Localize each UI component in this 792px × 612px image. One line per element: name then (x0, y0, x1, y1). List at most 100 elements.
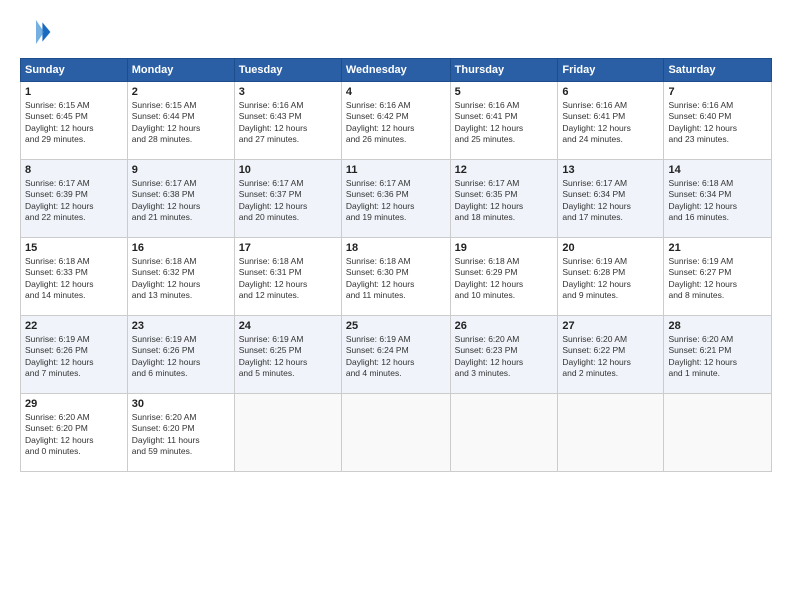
calendar-week-row: 15 Sunrise: 6:18 AM Sunset: 6:33 PM Dayli… (21, 238, 772, 316)
day-info: Sunrise: 6:19 AM Sunset: 6:25 PM Dayligh… (239, 334, 337, 380)
day-info: Sunrise: 6:19 AM Sunset: 6:27 PM Dayligh… (668, 256, 767, 302)
calendar-day-cell: 13 Sunrise: 6:17 AM Sunset: 6:34 PM Dayli… (558, 160, 664, 238)
day-number: 1 (25, 86, 123, 98)
day-number: 7 (668, 86, 767, 98)
day-info: Sunrise: 6:16 AM Sunset: 6:41 PM Dayligh… (455, 100, 554, 146)
day-info: Sunrise: 6:20 AM Sunset: 6:20 PM Dayligh… (132, 412, 230, 458)
day-number: 29 (25, 398, 123, 410)
calendar-day-cell: 15 Sunrise: 6:18 AM Sunset: 6:33 PM Dayli… (21, 238, 128, 316)
day-number: 12 (455, 164, 554, 176)
calendar-day-cell: 22Sunrise: 6:19 AM Sunset: 6:26 PM Dayli… (21, 316, 128, 394)
calendar-day-cell: 14 Sunrise: 6:18 AM Sunset: 6:34 PM Dayli… (664, 160, 772, 238)
day-number: 27 (562, 320, 659, 332)
day-number: 19 (455, 242, 554, 254)
calendar: SundayMondayTuesdayWednesdayThursdayFrid… (20, 58, 772, 472)
calendar-day-cell: 25 Sunrise: 6:19 AM Sunset: 6:24 PM Dayli… (341, 316, 450, 394)
calendar-day-cell: 28 Sunrise: 6:20 AM Sunset: 6:21 PM Dayli… (664, 316, 772, 394)
day-info: Sunrise: 6:17 AM Sunset: 6:36 PM Dayligh… (346, 178, 446, 224)
calendar-day-cell: 17Sunrise: 6:18 AM Sunset: 6:31 PM Dayli… (234, 238, 341, 316)
header (20, 16, 772, 48)
calendar-day-cell: 12 Sunrise: 6:17 AM Sunset: 6:35 PM Dayli… (450, 160, 558, 238)
day-number: 13 (562, 164, 659, 176)
day-info: Sunrise: 6:18 AM Sunset: 6:29 PM Dayligh… (455, 256, 554, 302)
day-number: 11 (346, 164, 446, 176)
weekday-header-cell: Friday (558, 59, 664, 82)
calendar-day-cell: 29 Sunrise: 6:20 AM Sunset: 6:20 PM Dayli… (21, 394, 128, 472)
day-info: Sunrise: 6:16 AM Sunset: 6:40 PM Dayligh… (668, 100, 767, 146)
page: SundayMondayTuesdayWednesdayThursdayFrid… (0, 0, 792, 612)
calendar-week-row: 1 Sunrise: 6:15 AM Sunset: 6:45 PM Daylig… (21, 82, 772, 160)
weekday-header-cell: Thursday (450, 59, 558, 82)
calendar-day-cell (450, 394, 558, 472)
calendar-day-cell: 18 Sunrise: 6:18 AM Sunset: 6:30 PM Dayli… (341, 238, 450, 316)
day-number: 17 (239, 242, 337, 254)
day-info: Sunrise: 6:17 AM Sunset: 6:34 PM Dayligh… (562, 178, 659, 224)
day-number: 10 (239, 164, 337, 176)
day-number: 14 (668, 164, 767, 176)
calendar-day-cell: 23Sunrise: 6:19 AM Sunset: 6:26 PM Dayli… (127, 316, 234, 394)
calendar-header-row: SundayMondayTuesdayWednesdayThursdayFrid… (21, 59, 772, 82)
day-number: 24 (239, 320, 337, 332)
day-number: 8 (25, 164, 123, 176)
calendar-day-cell: 10 Sunrise: 6:17 AM Sunset: 6:37 PM Dayli… (234, 160, 341, 238)
day-info: Sunrise: 6:16 AM Sunset: 6:42 PM Dayligh… (346, 100, 446, 146)
calendar-day-cell: 8 Sunrise: 6:17 AM Sunset: 6:39 PM Daylig… (21, 160, 128, 238)
day-info: Sunrise: 6:18 AM Sunset: 6:32 PM Dayligh… (132, 256, 230, 302)
day-info: Sunrise: 6:15 AM Sunset: 6:44 PM Dayligh… (132, 100, 230, 146)
calendar-day-cell: 24 Sunrise: 6:19 AM Sunset: 6:25 PM Dayli… (234, 316, 341, 394)
logo-icon (20, 16, 52, 48)
calendar-day-cell: 11 Sunrise: 6:17 AM Sunset: 6:36 PM Dayli… (341, 160, 450, 238)
day-info: Sunrise: 6:18 AM Sunset: 6:30 PM Dayligh… (346, 256, 446, 302)
day-info: Sunrise: 6:19 AM Sunset: 6:28 PM Dayligh… (562, 256, 659, 302)
day-info: Sunrise: 6:19 AM Sunset: 6:26 PM Dayligh… (25, 334, 123, 380)
day-info: Sunrise: 6:18 AM Sunset: 6:33 PM Dayligh… (25, 256, 123, 302)
day-number: 16 (132, 242, 230, 254)
day-number: 5 (455, 86, 554, 98)
day-info: Sunrise: 6:17 AM Sunset: 6:37 PM Dayligh… (239, 178, 337, 224)
weekday-header-cell: Monday (127, 59, 234, 82)
day-number: 15 (25, 242, 123, 254)
calendar-day-cell: 16 Sunrise: 6:18 AM Sunset: 6:32 PM Dayli… (127, 238, 234, 316)
day-info: Sunrise: 6:15 AM Sunset: 6:45 PM Dayligh… (25, 100, 123, 146)
day-info: Sunrise: 6:17 AM Sunset: 6:38 PM Dayligh… (132, 178, 230, 224)
calendar-day-cell: 20Sunrise: 6:19 AM Sunset: 6:28 PM Dayli… (558, 238, 664, 316)
calendar-day-cell: 9Sunrise: 6:17 AM Sunset: 6:38 PM Daylig… (127, 160, 234, 238)
calendar-body: 1 Sunrise: 6:15 AM Sunset: 6:45 PM Daylig… (21, 82, 772, 472)
day-info: Sunrise: 6:16 AM Sunset: 6:41 PM Dayligh… (562, 100, 659, 146)
calendar-week-row: 8 Sunrise: 6:17 AM Sunset: 6:39 PM Daylig… (21, 160, 772, 238)
day-info: Sunrise: 6:19 AM Sunset: 6:24 PM Dayligh… (346, 334, 446, 380)
day-info: Sunrise: 6:17 AM Sunset: 6:39 PM Dayligh… (25, 178, 123, 224)
day-info: Sunrise: 6:20 AM Sunset: 6:20 PM Dayligh… (25, 412, 123, 458)
calendar-day-cell: 26 Sunrise: 6:20 AM Sunset: 6:23 PM Dayli… (450, 316, 558, 394)
calendar-day-cell: 27 Sunrise: 6:20 AM Sunset: 6:22 PM Dayli… (558, 316, 664, 394)
day-number: 18 (346, 242, 446, 254)
calendar-day-cell (664, 394, 772, 472)
calendar-day-cell: 4 Sunrise: 6:16 AM Sunset: 6:42 PM Daylig… (341, 82, 450, 160)
day-number: 26 (455, 320, 554, 332)
day-number: 3 (239, 86, 337, 98)
calendar-day-cell: 7 Sunrise: 6:16 AM Sunset: 6:40 PM Daylig… (664, 82, 772, 160)
day-info: Sunrise: 6:17 AM Sunset: 6:35 PM Dayligh… (455, 178, 554, 224)
calendar-day-cell: 1 Sunrise: 6:15 AM Sunset: 6:45 PM Daylig… (21, 82, 128, 160)
day-info: Sunrise: 6:20 AM Sunset: 6:21 PM Dayligh… (668, 334, 767, 380)
day-number: 30 (132, 398, 230, 410)
day-number: 25 (346, 320, 446, 332)
calendar-day-cell: 6 Sunrise: 6:16 AM Sunset: 6:41 PM Daylig… (558, 82, 664, 160)
day-info: Sunrise: 6:20 AM Sunset: 6:23 PM Dayligh… (455, 334, 554, 380)
day-info: Sunrise: 6:19 AM Sunset: 6:26 PM Dayligh… (132, 334, 230, 380)
day-number: 2 (132, 86, 230, 98)
weekday-header-cell: Sunday (21, 59, 128, 82)
day-info: Sunrise: 6:16 AM Sunset: 6:43 PM Dayligh… (239, 100, 337, 146)
day-info: Sunrise: 6:20 AM Sunset: 6:22 PM Dayligh… (562, 334, 659, 380)
weekday-header-cell: Wednesday (341, 59, 450, 82)
day-number: 6 (562, 86, 659, 98)
day-number: 28 (668, 320, 767, 332)
calendar-day-cell: 5 Sunrise: 6:16 AM Sunset: 6:41 PM Daylig… (450, 82, 558, 160)
calendar-day-cell: 30 Sunrise: 6:20 AM Sunset: 6:20 PM Dayli… (127, 394, 234, 472)
day-number: 4 (346, 86, 446, 98)
weekday-header-cell: Saturday (664, 59, 772, 82)
day-number: 21 (668, 242, 767, 254)
calendar-day-cell (341, 394, 450, 472)
calendar-day-cell: 2 Sunrise: 6:15 AM Sunset: 6:44 PM Daylig… (127, 82, 234, 160)
day-info: Sunrise: 6:18 AM Sunset: 6:34 PM Dayligh… (668, 178, 767, 224)
